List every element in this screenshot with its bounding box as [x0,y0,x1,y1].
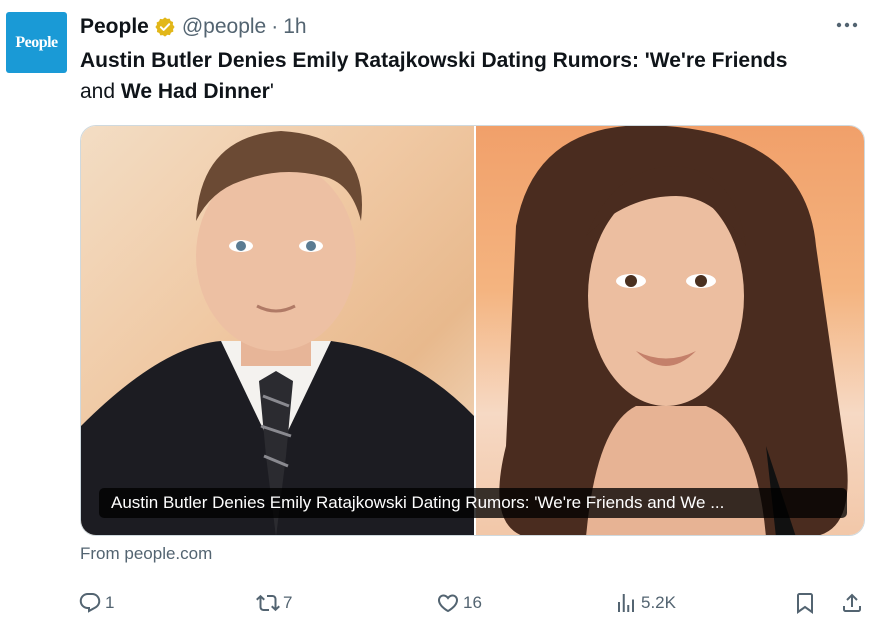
views-button[interactable]: 5.2K [614,588,676,618]
bookmark-button[interactable] [793,588,817,618]
card-image-right [476,126,864,535]
card-caption: Austin Butler Denies Emily Ratajkowski D… [99,488,847,518]
man-portrait-illustration [81,131,474,535]
share-icon [843,593,861,612]
retweet-count: 7 [283,593,293,612]
card-source[interactable]: From people.com [80,544,212,564]
verified-badge-icon [155,17,175,37]
more-options-button[interactable] [834,12,860,38]
timestamp[interactable]: 1h [283,15,306,39]
action-bar: 1 7 16 5.2K [78,588,868,618]
views-count: 5.2K [641,593,676,612]
reply-count: 1 [105,593,115,612]
bookmark-icon [797,593,813,614]
tweet-text-end: ' [269,80,274,103]
views-icon [618,594,634,612]
like-count: 16 [463,593,482,612]
link-card[interactable]: Austin Butler Denies Emily Ratajkowski D… [80,125,865,536]
separator-dot: · [271,15,279,38]
reply-button[interactable]: 1 [78,588,114,618]
author-handle[interactable]: @people [182,15,266,39]
retweet-button[interactable]: 7 [256,588,292,618]
more-icon [836,22,858,28]
tweet: People People @people · 1h Austin Butler… [0,0,880,631]
tweet-text-line1: Austin Butler Denies Emily Ratajkowski D… [80,49,788,72]
avatar[interactable]: People [6,12,67,73]
share-button[interactable] [840,588,864,618]
avatar-logo-text: People [15,33,58,51]
woman-portrait-illustration [499,126,848,535]
tweet-text-plain: and [80,80,121,103]
like-button[interactable]: 16 [436,588,482,618]
reply-icon [79,593,101,613]
heart-icon [437,594,459,613]
author-name[interactable]: People [80,15,149,39]
tweet-text: Austin Butler Denies Emily Ratajkowski D… [80,45,860,107]
card-image-left [81,126,474,535]
retweet-icon [256,594,280,612]
tweet-header: People @people · 1h [80,14,307,40]
tweet-text-bold: We Had Dinner [120,80,270,103]
